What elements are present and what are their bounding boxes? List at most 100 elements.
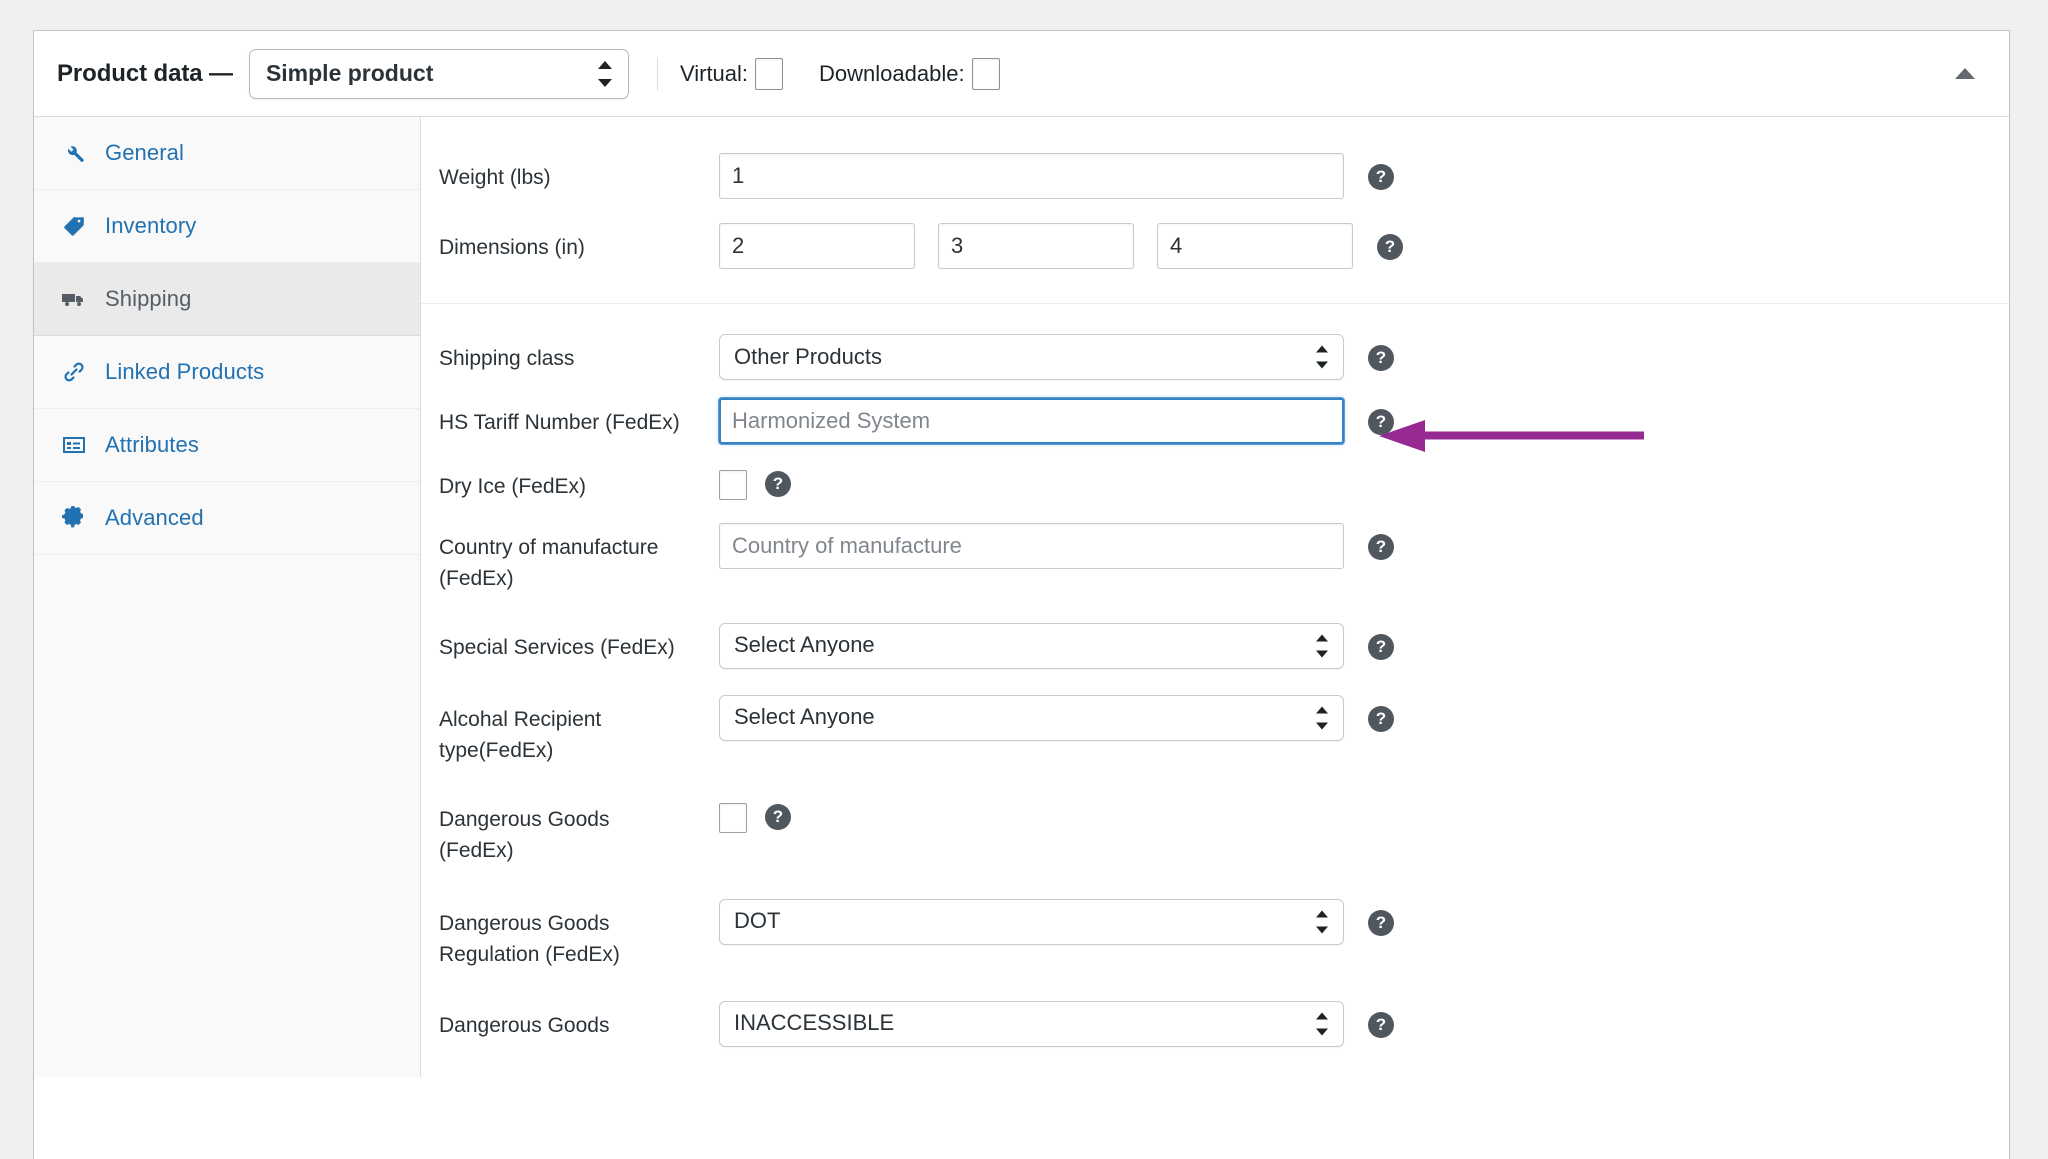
list-view-icon: [59, 432, 89, 458]
dangerous-goods-regulation-field-row: Dangerous Goods Regulation (FedEx) DOT ?: [421, 898, 2009, 971]
country-of-manufacture-field-row: Country of manufacture (FedEx) ?: [421, 522, 2009, 595]
alcohol-recipient-label-line1: Alcohal Recipient: [439, 707, 602, 731]
weight-field-row: Weight (lbs) ?: [421, 153, 2009, 199]
special-services-select-wrapper: Select Anyone: [719, 622, 1344, 669]
alcohol-recipient-control: Select Anyone ?: [719, 694, 1394, 741]
panel-header: Product data — Simple product Virtual: D…: [34, 31, 2009, 117]
alcohol-recipient-select[interactable]: Select Anyone: [719, 694, 1344, 741]
hs-tariff-field-row: HS Tariff Number (FedEx) ?: [421, 398, 2009, 444]
dangerous-goods-accessibility-field-row: Dangerous Goods INACCESSIBLE ?: [421, 1000, 2009, 1047]
dimensions-label: Dimensions (in): [439, 236, 585, 259]
sidebar-item-advanced[interactable]: Advanced: [34, 482, 420, 555]
weight-help-icon[interactable]: ?: [1368, 164, 1394, 190]
product-type-select-wrapper: Simple product: [248, 48, 629, 99]
sidebar-item-inventory[interactable]: Inventory: [34, 190, 420, 263]
dimensions-field-row: Dimensions (in) ?: [421, 223, 2009, 269]
special-services-label: Special Services (FedEx): [439, 635, 675, 659]
country-of-manufacture-label: Country of manufacture (FedEx): [439, 523, 719, 595]
weight-input[interactable]: [719, 153, 1344, 199]
dangerous-goods-control: ?: [719, 795, 791, 833]
dangerous-goods-field-row: Dangerous Goods (FedEx) ?: [421, 795, 2009, 867]
panel-collapse-toggle[interactable]: [1947, 56, 1983, 92]
alcohol-recipient-label-line2: type(FedEx): [439, 739, 554, 762]
sidebar-item-attributes[interactable]: Attributes: [34, 409, 420, 482]
weight-control: ?: [719, 153, 1394, 199]
product-type-select[interactable]: Simple product: [248, 48, 629, 99]
hs-tariff-label: HS Tariff Number (FedEx): [439, 411, 680, 434]
dimension-length-input[interactable]: [719, 223, 915, 269]
dimensions-group: Weight (lbs) ? Dimensions (in) ?: [421, 117, 2009, 304]
virtual-checkbox[interactable]: [755, 57, 784, 90]
alcohol-recipient-field-row: Alcohal Recipient type(FedEx) Select Any…: [421, 694, 2009, 767]
product-data-tabs: General Inventory Shipping Linked Produc…: [34, 117, 421, 1077]
dangerous-goods-regulation-select[interactable]: DOT: [719, 898, 1344, 945]
dry-ice-field-row: Dry Ice (FedEx) ?: [421, 462, 2009, 503]
dangerous-goods-accessibility-label: Dangerous Goods: [439, 1013, 610, 1037]
dangerous-goods-accessibility-select-wrapper: INACCESSIBLE: [719, 1000, 1344, 1047]
shipping-panel-content: Weight (lbs) ? Dimensions (in) ?: [421, 117, 2009, 1077]
dangerous-goods-regulation-label-line1: Dangerous Goods: [439, 911, 610, 935]
special-services-field-row: Special Services (FedEx) Select Anyone ?: [421, 622, 2009, 669]
gear-icon: [59, 505, 89, 531]
dangerous-goods-accessibility-control: INACCESSIBLE ?: [719, 1000, 1394, 1047]
dimension-height-input[interactable]: [1157, 223, 1353, 269]
downloadable-checkbox[interactable]: [971, 57, 1000, 90]
dry-ice-label: Dry Ice (FedEx): [439, 475, 587, 498]
alcohol-recipient-label: Alcohal Recipient type(FedEx): [439, 695, 719, 767]
dimension-width-input[interactable]: [938, 223, 1134, 269]
dangerous-goods-label-line2: (FedEx): [439, 839, 514, 862]
header-divider: [656, 56, 658, 91]
special-services-select[interactable]: Select Anyone: [719, 622, 1344, 669]
country-of-manufacture-label-line1: Country of manufacture: [439, 535, 659, 559]
sidebar-item-shipping[interactable]: Shipping: [34, 263, 420, 336]
dangerous-goods-help-icon[interactable]: ?: [765, 803, 791, 830]
dangerous-goods-regulation-label-line2: Regulation (FedEx): [439, 943, 620, 966]
dimensions-control: ?: [719, 223, 1403, 269]
dangerous-goods-regulation-label: Dangerous Goods Regulation (FedEx): [439, 899, 719, 971]
hs-tariff-input[interactable]: [719, 398, 1344, 444]
dangerous-goods-accessibility-help-icon[interactable]: ?: [1368, 1011, 1394, 1038]
virtual-checkbox-group[interactable]: Virtual:: [679, 57, 784, 90]
shipping-class-select-wrapper: Other Products: [719, 334, 1344, 380]
dangerous-goods-label-line1: Dangerous Goods: [439, 807, 610, 831]
downloadable-label: Downloadable:: [819, 60, 965, 86]
shipping-class-field-row: Shipping class Other Products ?: [421, 334, 2009, 380]
alcohol-recipient-select-wrapper: Select Anyone: [719, 694, 1344, 741]
downloadable-checkbox-group[interactable]: Downloadable:: [819, 57, 1000, 90]
shipping-class-label: Shipping class: [439, 347, 575, 370]
country-of-manufacture-help-icon[interactable]: ?: [1368, 533, 1394, 560]
alcohol-recipient-help-icon[interactable]: ?: [1368, 705, 1394, 732]
country-of-manufacture-control: ?: [719, 522, 1394, 569]
dangerous-goods-regulation-help-icon[interactable]: ?: [1368, 909, 1394, 936]
sidebar-item-label: General: [105, 140, 184, 165]
country-of-manufacture-input[interactable]: [719, 522, 1344, 569]
dangerous-goods-checkbox[interactable]: [719, 802, 747, 833]
shipping-class-select[interactable]: Other Products: [719, 334, 1344, 380]
sidebar-item-general[interactable]: General: [34, 117, 420, 190]
truck-icon: [59, 286, 89, 312]
special-services-help-icon[interactable]: ?: [1368, 633, 1394, 660]
shipping-class-help-icon[interactable]: ?: [1368, 345, 1394, 371]
sidebar-item-label: Linked Products: [105, 359, 265, 384]
dimensions-help-icon[interactable]: ?: [1377, 234, 1403, 260]
dry-ice-help-icon[interactable]: ?: [765, 471, 791, 497]
hs-tariff-help-icon[interactable]: ?: [1368, 409, 1394, 435]
dangerous-goods-regulation-select-wrapper: DOT: [719, 898, 1344, 945]
dangerous-goods-accessibility-select[interactable]: INACCESSIBLE: [719, 1000, 1344, 1047]
country-of-manufacture-label-line2: (FedEx): [439, 567, 514, 590]
product-data-panel: Product data — Simple product Virtual: D…: [33, 30, 2010, 1159]
shipping-class-control: Other Products ?: [719, 334, 1394, 380]
dry-ice-checkbox[interactable]: [719, 470, 747, 500]
tag-icon: [59, 213, 89, 239]
virtual-label: Virtual:: [679, 60, 749, 86]
sidebar-item-linked-products[interactable]: Linked Products: [34, 336, 420, 409]
special-services-control: Select Anyone ?: [719, 622, 1394, 669]
dangerous-goods-label: Dangerous Goods (FedEx): [439, 795, 719, 867]
weight-label: Weight (lbs): [439, 166, 551, 189]
page-root: Product data — Simple product Virtual: D…: [0, 0, 2048, 1159]
hs-tariff-control: ?: [719, 398, 1394, 444]
sidebar-item-label: Inventory: [105, 213, 197, 238]
sidebar-item-label: Attributes: [105, 432, 199, 457]
panel-body: General Inventory Shipping Linked Produc…: [34, 117, 2009, 1077]
sidebar-item-label: Advanced: [105, 505, 204, 530]
